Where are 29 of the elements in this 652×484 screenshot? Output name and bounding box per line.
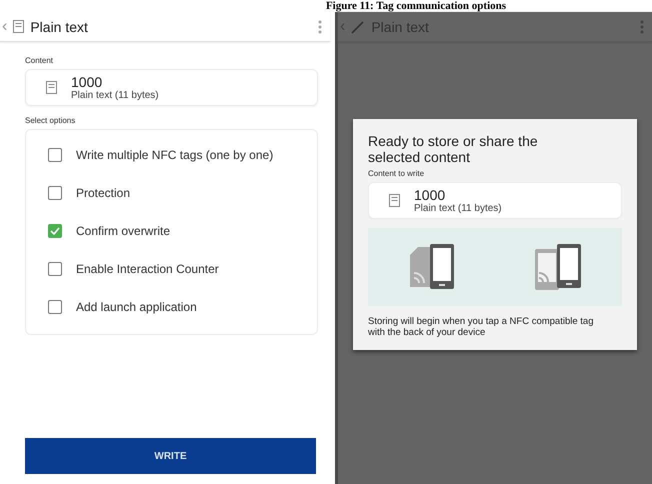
- checkbox[interactable]: [48, 300, 62, 314]
- document-icon: [46, 81, 57, 94]
- dialog-message: Storing will begin when you tap a NFC compatible tag with the back of your device: [368, 316, 594, 338]
- checkbox[interactable]: [48, 148, 62, 162]
- content-type: Plain text (11 bytes): [71, 90, 159, 101]
- section-label: Select options: [24, 115, 76, 125]
- dialog-title: Ready to store or share the selected content: [368, 133, 539, 165]
- option-label: Confirm overwrite: [76, 224, 170, 238]
- content-value: 1000: [414, 187, 446, 203]
- option-label: Protection: [76, 186, 130, 200]
- pencil-icon[interactable]: [351, 20, 366, 34]
- section-label: Content to write: [368, 168, 426, 180]
- checkbox[interactable]: [48, 186, 62, 200]
- figure-caption: Figure 11: Tag communication options: [326, 0, 506, 12]
- back-button[interactable]: ‹: [2, 18, 8, 36]
- document-icon: [389, 194, 400, 207]
- content-type: Plain text (11 bytes): [414, 203, 502, 214]
- document-icon: [13, 20, 24, 33]
- checkbox[interactable]: [48, 224, 62, 238]
- section-label: Content: [24, 55, 54, 67]
- screen-title: Plain text: [30, 18, 89, 34]
- content-value: 1000: [71, 74, 104, 90]
- back-button[interactable]: ‹: [340, 18, 346, 36]
- option-label: Enable Interaction Counter: [76, 262, 219, 276]
- checkbox[interactable]: [48, 262, 62, 276]
- write-button[interactable]: WRITE: [25, 438, 316, 474]
- more-icon[interactable]: [318, 20, 322, 34]
- option-label: Add launch application: [76, 300, 197, 314]
- option-label: Write multiple NFC tags (one by one): [76, 148, 274, 162]
